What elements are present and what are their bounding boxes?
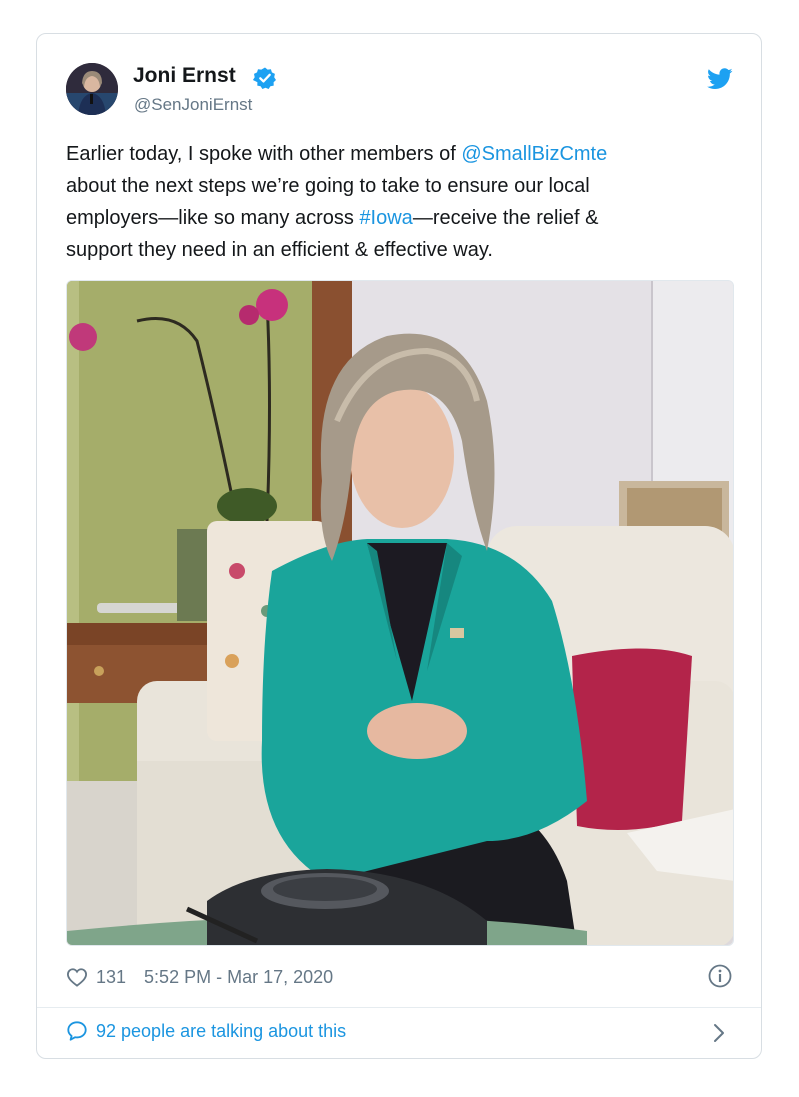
photo-image: [67, 281, 733, 945]
conversation-label: 92 people are talking about this: [96, 1020, 347, 1041]
tweet-text: Earlier today, I spoke with other member…: [66, 138, 726, 266]
verified-badge-icon: [253, 67, 276, 89]
avatar-image: [66, 63, 118, 115]
tweet-meta: 131 5:52 PM - Mar 17, 2020: [66, 964, 333, 990]
like-count[interactable]: 131: [96, 967, 126, 988]
hashtag-link[interactable]: #Iowa: [359, 207, 412, 229]
tweet-line-4: support they need in an efficient & effe…: [66, 239, 493, 261]
tweet-line-3: employers—like so many across #Iowa—rece…: [66, 207, 599, 229]
heart-icon[interactable]: [66, 967, 88, 987]
mention-link[interactable]: @SmallBizCmte: [461, 143, 607, 165]
divider: [37, 1007, 761, 1008]
tweet-line-2: about the next steps we’re going to take…: [66, 175, 590, 197]
chevron-right-icon[interactable]: [712, 1022, 726, 1044]
conversation-link[interactable]: 92 people are talking about this: [66, 1020, 346, 1042]
author-handle[interactable]: @SenJoniErnst: [134, 95, 252, 115]
avatar[interactable]: [66, 63, 118, 115]
info-icon[interactable]: [708, 964, 732, 988]
speech-bubble-icon: [67, 1021, 87, 1041]
tweet-line-1: Earlier today, I spoke with other member…: [66, 143, 608, 165]
author-name[interactable]: Joni Ernst: [133, 64, 236, 88]
twitter-bird-icon[interactable]: [707, 68, 733, 90]
tweet-timestamp[interactable]: 5:52 PM - Mar 17, 2020: [144, 967, 333, 988]
tweet-embed-card[interactable]: Joni Ernst @SenJoniErnst Earlier today, …: [36, 33, 762, 1059]
tweet-photo[interactable]: [66, 280, 734, 946]
